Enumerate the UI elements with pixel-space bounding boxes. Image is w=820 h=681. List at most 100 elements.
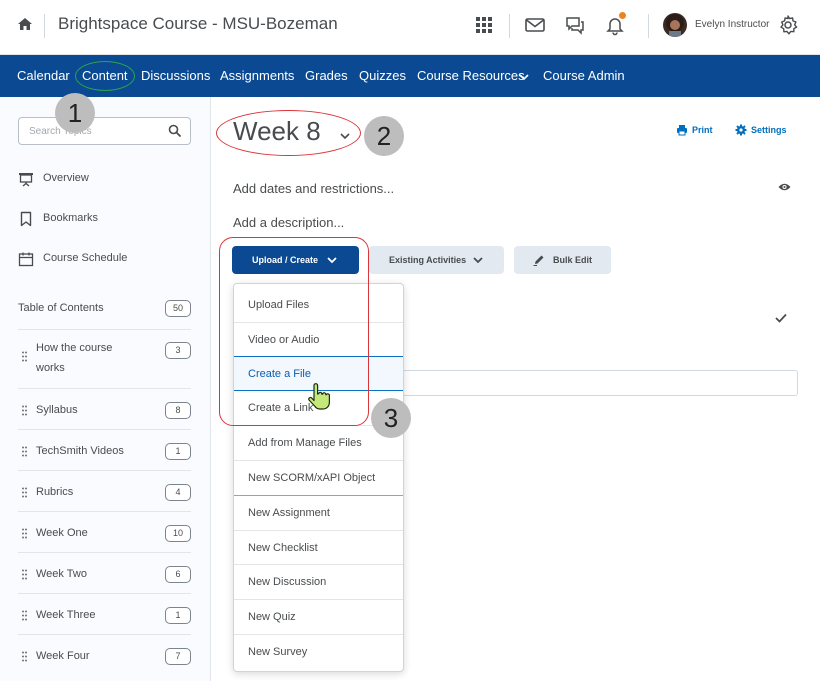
toc-item-title: Week One	[36, 527, 88, 539]
toc-count-badge: 10	[165, 525, 191, 542]
hand-pointer-icon	[308, 383, 330, 410]
toc-count-badge: 8	[165, 402, 191, 419]
drag-handle-icon[interactable]	[22, 405, 27, 416]
search-box[interactable]	[18, 117, 191, 145]
bulk-edit-label: Bulk Edit	[553, 255, 593, 265]
nav-calendar[interactable]: Calendar	[17, 68, 70, 83]
annotation-ring-content	[75, 61, 135, 91]
menu-item-label: New Assignment	[248, 507, 330, 519]
drag-handle-icon[interactable]	[22, 528, 27, 539]
toc-item-title: Rubrics	[36, 486, 74, 498]
menu-item-new-assignment[interactable]: New Assignment	[234, 495, 403, 529]
drag-handle-icon[interactable]	[22, 351, 27, 362]
nav-discussions[interactable]: Discussions	[141, 68, 210, 83]
menu-item-label: New Checklist	[248, 542, 318, 554]
nav-quizzes[interactable]: Quizzes	[359, 68, 406, 83]
sidebar-link-label: Bookmarks	[43, 212, 99, 224]
sidebar: Overview Bookmarks Course Schedule Table…	[0, 97, 211, 681]
toc-item-title-line: How the course	[36, 342, 113, 354]
existing-activities-button[interactable]: Existing Activities	[369, 246, 504, 274]
sidebar-link-bookmarks[interactable]: Bookmarks	[18, 210, 188, 230]
toc-item[interactable]: Week One 10	[18, 511, 191, 552]
toc-item[interactable]: Week Three 1	[18, 593, 191, 634]
chat-icon[interactable]	[564, 14, 586, 36]
toc-label[interactable]: Table of Contents	[18, 302, 104, 314]
sidebar-link-label: Overview	[43, 172, 89, 184]
notification-dot	[619, 12, 626, 19]
drag-handle-icon[interactable]	[22, 651, 27, 662]
drag-handle-icon[interactable]	[22, 487, 27, 498]
menu-item-label: New Survey	[248, 646, 308, 658]
course-title[interactable]: Brightspace Course - MSU-Bozeman	[58, 14, 338, 34]
edit-pencil-icon	[533, 255, 544, 266]
avatar[interactable]	[663, 13, 687, 37]
user-name[interactable]: Evelyn Instructor	[695, 19, 769, 30]
toc-item-title: Syllabus	[36, 404, 78, 416]
apps-grid-icon[interactable]	[473, 14, 495, 36]
annotation-ring-upload-menu	[219, 237, 369, 426]
print-icon	[677, 125, 687, 136]
menu-item-label: New Discussion	[248, 576, 327, 588]
menu-item-label: New SCORM/xAPI Object	[248, 472, 376, 484]
toc-item[interactable]: How the course works 3	[18, 329, 191, 381]
toc-item-title: How the course works	[36, 338, 112, 378]
menu-item-new-scorm-xapi-object[interactable]: New SCORM/xAPI Object	[234, 460, 403, 494]
calendar-icon	[18, 252, 34, 267]
callout-number: 1	[55, 93, 95, 133]
print-label: Print	[692, 125, 713, 135]
existing-activities-label: Existing Activities	[389, 255, 467, 265]
toc-count-badge: 1	[165, 607, 191, 624]
menu-item-new-discussion[interactable]: New Discussion	[234, 564, 403, 598]
toc-count-badge: 7	[165, 648, 191, 665]
content-field[interactable]	[404, 370, 798, 396]
drag-handle-icon[interactable]	[22, 569, 27, 580]
callout-number: 3	[371, 398, 411, 438]
menu-item-new-checklist[interactable]: New Checklist	[234, 530, 403, 564]
toc-item-title: TechSmith Videos	[36, 445, 124, 457]
bulk-edit-button[interactable]: Bulk Edit	[514, 246, 611, 274]
annotation-ring-week-title	[216, 110, 361, 156]
menu-item-new-quiz[interactable]: New Quiz	[234, 599, 403, 633]
drag-handle-icon[interactable]	[22, 446, 27, 457]
gear-icon	[735, 124, 747, 136]
home-icon[interactable]	[16, 15, 34, 33]
add-dates-link[interactable]: Add dates and restrictions...	[233, 181, 394, 196]
toc-item[interactable]: Week Four 7	[18, 634, 191, 675]
gear-icon[interactable]	[777, 14, 799, 36]
header-divider	[648, 14, 649, 38]
header-divider	[509, 14, 510, 38]
sidebar-link-course-schedule[interactable]: Course Schedule	[18, 250, 188, 270]
chevron-down-icon	[473, 257, 483, 264]
toc-count-badge: 3	[165, 342, 191, 359]
toc-item[interactable]: TechSmith Videos 1	[18, 429, 191, 470]
nav-course-admin[interactable]: Course Admin	[543, 68, 625, 83]
menu-item-label: New Quiz	[248, 611, 296, 623]
add-description-link[interactable]: Add a description...	[233, 215, 344, 230]
toc-item[interactable]: Week Two 6	[18, 552, 191, 593]
toc-count-badge: 1	[165, 443, 191, 460]
menu-item-label: Add from Manage Files	[248, 437, 362, 449]
toc-item-title: Week Four	[36, 650, 90, 662]
presentation-icon	[19, 173, 33, 187]
toc-count-badge: 4	[165, 484, 191, 501]
toc-item[interactable]: Syllabus 8	[18, 388, 191, 429]
eye-icon[interactable]	[778, 182, 791, 192]
mail-icon[interactable]	[524, 14, 546, 36]
callout-number: 2	[364, 116, 404, 156]
nav-course-resources[interactable]: Course Resources	[417, 68, 525, 83]
menu-item-new-survey[interactable]: New Survey	[234, 634, 403, 668]
checkmark-icon[interactable]	[775, 313, 787, 323]
chevron-down-icon	[519, 74, 529, 81]
nav-grades[interactable]: Grades	[305, 68, 348, 83]
toc-item-title-line: works	[36, 362, 65, 374]
search-icon[interactable]	[168, 124, 182, 138]
header-divider	[44, 14, 45, 38]
top-header: Brightspace Course - MSU-Bozeman Evelyn …	[0, 0, 820, 55]
drag-handle-icon[interactable]	[22, 610, 27, 621]
toc-count-badge: 6	[165, 566, 191, 583]
toc-item-title: Week Two	[36, 568, 87, 580]
toc-item[interactable]: Rubrics 4	[18, 470, 191, 511]
sidebar-link-label: Course Schedule	[43, 252, 128, 264]
nav-assignments[interactable]: Assignments	[220, 68, 294, 83]
sidebar-link-overview[interactable]: Overview	[18, 170, 188, 190]
